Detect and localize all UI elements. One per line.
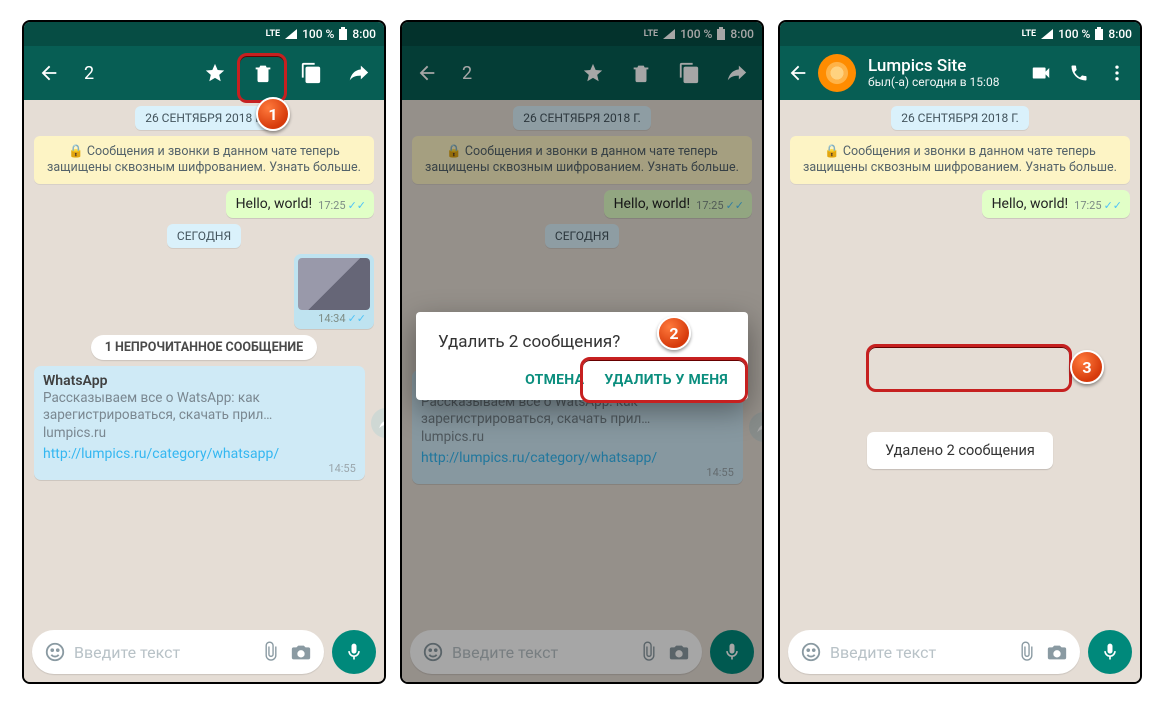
back-button[interactable]	[30, 54, 68, 92]
chat-body: 26 СЕНТЯБРЯ 2018 Г. 🔒 Сообщения и звонки…	[24, 100, 384, 682]
mic-button[interactable]	[1088, 630, 1132, 674]
phone-screenshot-2: LTE 100 % 8:00 2 26 СЕНТЯБРЯ 2018 Г. 🔒 С…	[400, 20, 764, 684]
deletion-toast: Удалено 2 сообщения	[867, 432, 1053, 469]
dialog-confirm-button[interactable]: УДАЛИТЬ У МЕНЯ	[604, 372, 728, 388]
message-input-bar: Введите текст	[32, 630, 376, 674]
forward-quick-icon[interactable]	[371, 408, 384, 438]
delete-button[interactable]	[244, 54, 282, 92]
avatar[interactable]	[818, 54, 856, 92]
dialog-cancel-button[interactable]: ОТМЕНА	[525, 372, 584, 388]
read-ticks-icon: ✓✓	[1104, 199, 1122, 212]
message-input[interactable]: Введите текст	[32, 630, 324, 674]
date-chip: 26 СЕНТЯБРЯ 2018 Г.	[135, 106, 273, 130]
delete-dialog: Удалить 2 сообщения? ОТМЕНА УДАЛИТЬ У МЕ…	[416, 312, 748, 400]
status-bar: LTE 100 % 8:00	[780, 22, 1140, 46]
message-text: Hello, world!	[992, 196, 1069, 212]
link-description: Рассказываем все о WatsApp: как зарегист…	[43, 390, 356, 424]
voice-call-button[interactable]	[1060, 54, 1098, 92]
message-out[interactable]: Hello, world! 17:25✓✓	[226, 190, 374, 218]
mic-button[interactable]	[332, 630, 376, 674]
video-call-button[interactable]	[1022, 54, 1060, 92]
chat-header[interactable]: Lumpics Site был(-а) сегодня в 15:08	[780, 46, 1140, 100]
message-image-selected[interactable]: 14:34✓✓	[294, 254, 374, 329]
image-thumbnail	[298, 258, 370, 310]
message-input[interactable]: Введите текст	[788, 630, 1080, 674]
camera-icon[interactable]	[286, 641, 316, 663]
battery-percent: 100 %	[1058, 27, 1090, 41]
selection-action-bar: 2	[24, 46, 384, 100]
input-placeholder: Введите текст	[826, 643, 1012, 662]
emoji-icon[interactable]	[796, 641, 826, 663]
signal-icon	[284, 28, 298, 40]
callout-badge-3: 3	[1070, 350, 1104, 384]
input-placeholder: Введите текст	[70, 643, 256, 662]
clock: 8:00	[352, 27, 376, 41]
more-button[interactable]	[1098, 54, 1136, 92]
camera-icon[interactable]	[1042, 641, 1072, 663]
message-input-bar: Введите текст	[788, 630, 1132, 674]
link-domain: lumpics.ru	[43, 425, 356, 442]
link-title: WhatsApp	[43, 373, 356, 389]
lte-icon: LTE	[1022, 30, 1037, 38]
message-time: 14:34✓✓	[298, 310, 370, 327]
forward-button[interactable]	[340, 54, 378, 92]
message-out[interactable]: Hello, world! 17:25✓✓	[982, 190, 1130, 218]
phone-screenshot-1: LTE 100 % 8:00 2 26 СЕНТЯБРЯ 2018 Г. 🔒 С…	[22, 20, 386, 684]
message-text: Hello, world!	[236, 196, 313, 212]
attach-icon[interactable]	[256, 641, 286, 663]
encryption-notice[interactable]: 🔒 Сообщения и звонки в данном чате тепер…	[790, 136, 1130, 184]
message-in-selected[interactable]: WhatsApp Рассказываем все о WatsApp: как…	[34, 366, 365, 480]
read-ticks-icon: ✓✓	[348, 312, 366, 325]
phone-screenshot-3: LTE 100 % 8:00 Lumpics Site был(-а) сего…	[778, 20, 1142, 684]
battery-percent: 100 %	[302, 27, 334, 41]
attach-icon[interactable]	[1012, 641, 1042, 663]
star-button[interactable]	[196, 54, 234, 92]
today-chip: СЕГОДНЯ	[167, 224, 241, 248]
selection-count: 2	[84, 63, 186, 84]
encryption-notice[interactable]: 🔒 Сообщения и звонки в данном чате тепер…	[34, 136, 374, 184]
chat-body: 26 СЕНТЯБРЯ 2018 Г. 🔒 Сообщения и звонки…	[780, 100, 1140, 682]
signal-icon	[1040, 28, 1054, 40]
message-time: 17:25✓✓	[1074, 199, 1122, 212]
callout-badge-1: 1	[256, 97, 290, 131]
back-button[interactable]	[784, 62, 812, 84]
copy-button[interactable]	[292, 54, 330, 92]
message-time: 17:25✓✓	[318, 199, 366, 212]
unread-divider: 1 НЕПРОЧИТАННОЕ СООБЩЕНИЕ	[91, 335, 317, 360]
contact-status: был(-а) сегодня в 15:08	[868, 75, 1016, 89]
clock: 8:00	[1108, 27, 1132, 41]
battery-icon	[1094, 27, 1104, 41]
contact-name: Lumpics Site	[868, 57, 1016, 75]
lte-icon: LTE	[266, 30, 281, 38]
read-ticks-icon: ✓✓	[348, 199, 366, 212]
message-link[interactable]: http://lumpics.ru/category/whatsapp/	[43, 446, 356, 462]
status-bar: LTE 100 % 8:00	[24, 22, 384, 46]
message-time: 14:55	[43, 462, 356, 475]
emoji-icon[interactable]	[40, 641, 70, 663]
battery-icon	[338, 27, 348, 41]
callout-badge-2: 2	[657, 316, 691, 350]
date-chip: 26 СЕНТЯБРЯ 2018 Г.	[891, 106, 1029, 130]
